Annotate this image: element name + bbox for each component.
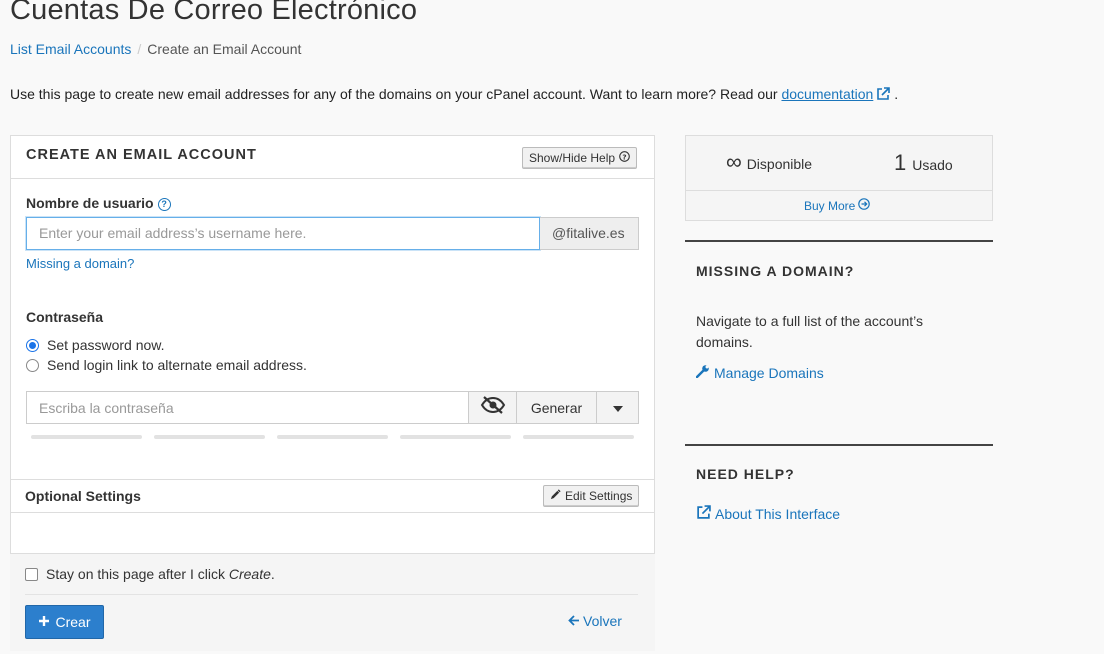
username-label-text: Nombre de usuario	[26, 195, 154, 211]
available-stat: ∞ Disponible	[726, 149, 813, 174]
about-interface-label: About This Interface	[715, 506, 841, 522]
missing-domain-link[interactable]: Missing a domain?	[26, 256, 134, 271]
buy-more-label: Buy More	[804, 198, 856, 213]
need-help-rule	[685, 444, 993, 446]
external-link-icon	[696, 505, 711, 523]
caret-down-icon	[612, 399, 623, 417]
available-value: ∞	[726, 149, 742, 174]
radio-set-password-control[interactable]	[26, 338, 39, 352]
help-circle-icon: ?	[619, 151, 630, 165]
missing-domain-title: MISSING A DOMAIN?	[696, 263, 855, 279]
radio-set-password[interactable]: Set password now.	[26, 337, 165, 353]
username-input[interactable]: Enter your email address’s username here…	[26, 217, 540, 250]
external-link-icon[interactable]	[876, 87, 891, 104]
intro-text: Use this page to create new email addres…	[10, 86, 898, 104]
username-input-group: Enter your email address’s username here…	[26, 217, 639, 250]
panel-title: CREATE AN EMAIL ACCOUNT	[26, 147, 257, 163]
show-hide-help-button[interactable]: Show/Hide Help ?	[522, 147, 638, 169]
need-help-title: NEED HELP?	[696, 466, 795, 482]
password-input-group: Escriba la contraseña Generar	[26, 391, 639, 424]
intro-body: Use this page to create new email addres…	[10, 86, 778, 102]
radio-send-link[interactable]: Send login link to alternate email addre…	[26, 357, 307, 373]
quota-box: ∞ Disponible 1 Usado Buy More	[685, 135, 993, 221]
available-label: Disponible	[746, 156, 813, 172]
radio-set-password-label: Set password now.	[47, 337, 165, 353]
manage-domains-label: Manage Domains	[714, 364, 824, 381]
documentation-link[interactable]: documentation	[781, 86, 873, 102]
breadcrumb-current: Create an Email Account	[147, 41, 302, 57]
password-strength-segment	[277, 435, 388, 439]
toggle-visibility-button[interactable]	[468, 392, 516, 423]
arrow-circle-right-icon	[858, 198, 871, 213]
missing-domain-rule	[685, 240, 993, 242]
breadcrumb-separator: /	[137, 41, 142, 57]
quota-divider	[686, 190, 992, 191]
svg-text:?: ?	[622, 152, 626, 161]
username-label: Nombre de usuario?	[26, 195, 171, 211]
password-input[interactable]: Escriba la contraseña	[27, 392, 468, 423]
radio-send-link-control[interactable]	[26, 358, 39, 372]
buy-more-link[interactable]: Buy More	[804, 198, 871, 213]
page-title: Cuentas De Correo Electrónico	[10, 0, 418, 26]
password-strength-segment	[400, 435, 511, 439]
intro-end: .	[894, 86, 899, 102]
missing-domain-text: Navigate to a full list of the account’s…	[696, 313, 923, 350]
generate-options-dropdown[interactable]	[596, 392, 638, 423]
used-value: 1	[894, 150, 907, 175]
eye-slash-icon	[480, 396, 506, 419]
password-strength-segment	[523, 435, 634, 439]
show-hide-help-label: Show/Hide Help	[529, 151, 616, 165]
about-interface-link[interactable]: About This Interface	[696, 505, 840, 523]
manage-domains-link[interactable]: Manage Domains	[695, 364, 824, 381]
wrench-icon	[695, 364, 710, 381]
password-strength-segment	[31, 435, 142, 439]
panel-header: CREATE AN EMAIL ACCOUNT Show/Hide Help ?	[11, 136, 654, 179]
generate-password-button[interactable]: Generar	[516, 392, 596, 423]
radio-send-link-label: Send login link to alternate email addre…	[47, 357, 307, 373]
username-help-icon[interactable]: ?	[157, 198, 171, 211]
used-stat: 1 Usado	[894, 150, 953, 176]
breadcrumb-list-email-accounts[interactable]: List Email Accounts	[10, 41, 131, 57]
used-label: Usado	[912, 157, 953, 173]
breadcrumb: List Email Accounts / Create an Email Acco…	[10, 41, 301, 57]
domain-addon[interactable]: @fitalive.es	[540, 217, 639, 250]
password-label: Contraseña	[26, 309, 104, 325]
password-strength-segment	[154, 435, 265, 439]
